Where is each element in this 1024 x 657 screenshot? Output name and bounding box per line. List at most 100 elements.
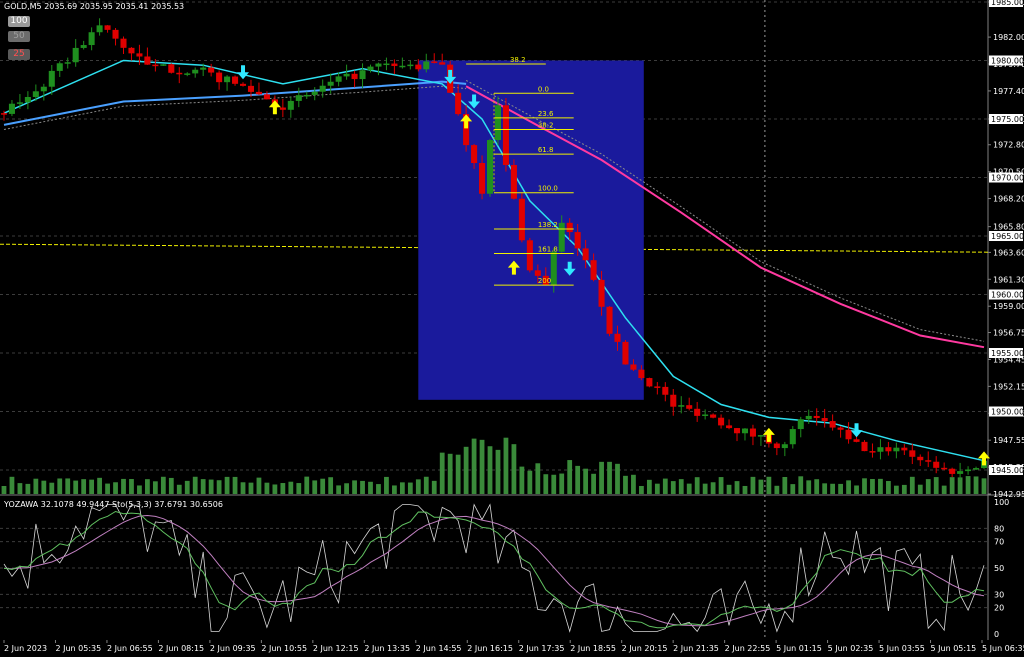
candle-body [638,369,645,379]
candle-body [973,468,980,470]
candle-body [821,418,828,422]
volume-bar [503,437,509,494]
volume-bar [949,477,955,494]
x-tick-label: 2 Jun 22:55 [725,644,771,653]
volume-bar [368,481,373,494]
volume-bar [168,477,174,494]
volume-bar [1,485,7,494]
volume-bar [304,476,310,494]
volume-bar [973,476,979,494]
candle-body [407,64,414,67]
volume-bar [25,483,31,494]
fib-level-label: 38.2 [538,122,554,130]
x-tick-label: 2 Jun 16:15 [467,644,513,653]
y-tick-label: 1968.20 [993,195,1024,204]
candle-body [399,65,406,68]
osc-tick-label: 70 [994,538,1004,547]
candle-body [287,100,294,110]
candle-body [279,107,286,110]
candle-body [590,260,597,280]
volume-bar [838,483,843,494]
volume-bar [392,485,397,494]
candle-body [455,92,462,115]
volume-bar [758,479,764,494]
volume-bar [224,476,230,494]
candle-body [184,73,191,75]
volume-bar [678,479,684,494]
y-tick-label: 1977.40 [993,87,1024,96]
volume-bar [312,480,318,494]
candle-body [152,64,159,67]
volume-bar [192,476,198,494]
y-tick-label: 1965.80 [993,223,1024,232]
x-tick-label: 5 Jun 05:15 [931,644,977,653]
candle-body [566,222,573,233]
volume-bar [631,474,636,494]
volume-bar [646,479,652,494]
candle-body [247,85,255,92]
sub-chart-label: YOZAWA 32.1078 49.9447 Sto(5,3,3) 37.679… [4,500,223,509]
candle-body [144,56,151,65]
candle-body [104,25,111,30]
volume-bar [57,478,63,494]
candle-body [694,408,701,416]
y-tick-label: 1956.75 [993,329,1024,338]
candle-body [662,386,669,395]
volume-bar [280,483,286,494]
volume-bar [806,480,812,494]
candle-body [582,248,589,261]
candle-body [510,164,517,199]
volume-bar [97,477,102,494]
x-tick-label: 2 Jun 05:35 [55,644,101,653]
candle-body [120,38,127,48]
candle-body [439,62,446,65]
candle-body [303,94,310,97]
volume-bar [941,485,947,494]
price-tag-label: 1985.00 [991,0,1024,7]
candle-body [909,450,916,457]
candle-body [40,86,47,92]
candle-body [56,63,63,71]
candle-body [351,73,358,80]
y-tick-label: 1961.30 [993,275,1024,284]
volume-bar [670,481,676,494]
candle-body [598,279,605,307]
volume-bar [854,485,859,494]
volume-bar [878,478,883,494]
volume-bar [105,483,110,494]
candle-body [941,467,948,470]
volume-bar [399,482,405,494]
main-chart-label: GOLD,M5 2035.69 2035.95 2035.41 2035.53 [4,2,185,11]
candle-body [176,72,183,75]
x-tick-label: 2 Jun 09:35 [210,644,256,653]
volume-bar [17,483,23,494]
candle-body [327,81,334,86]
volume-bar [886,481,891,494]
volume-bar [710,482,716,494]
candle-body [423,61,430,70]
price-tag-label: 1950.00 [991,408,1024,417]
price-tag-label: 1975.00 [991,115,1024,124]
volume-bar [407,482,413,494]
zoom-50-button[interactable]: 50 [8,31,30,42]
candle-body [96,25,103,33]
volume-bar [615,463,620,494]
zoom-25-button[interactable]: 25 [8,49,30,60]
volume-bar [591,473,596,494]
x-tick-label: 5 Jun 02:35 [828,644,874,653]
zoom-100-button[interactable]: 100 [8,16,30,27]
candle-body [319,85,326,92]
volume-bar [248,482,254,494]
volume-bar [607,461,612,494]
volume-bar [73,480,79,494]
volume-bar [535,463,541,494]
y-tick-label: 1947.55 [993,436,1024,445]
candle-body [343,73,350,77]
y-tick-label: 1972.80 [993,141,1024,150]
candle-body [359,70,366,80]
volume-bar [917,484,923,494]
volume-bar [129,479,134,494]
fib-level-label: 38.2 [510,56,526,64]
candle-body [773,443,780,449]
volume-bar [81,479,87,494]
